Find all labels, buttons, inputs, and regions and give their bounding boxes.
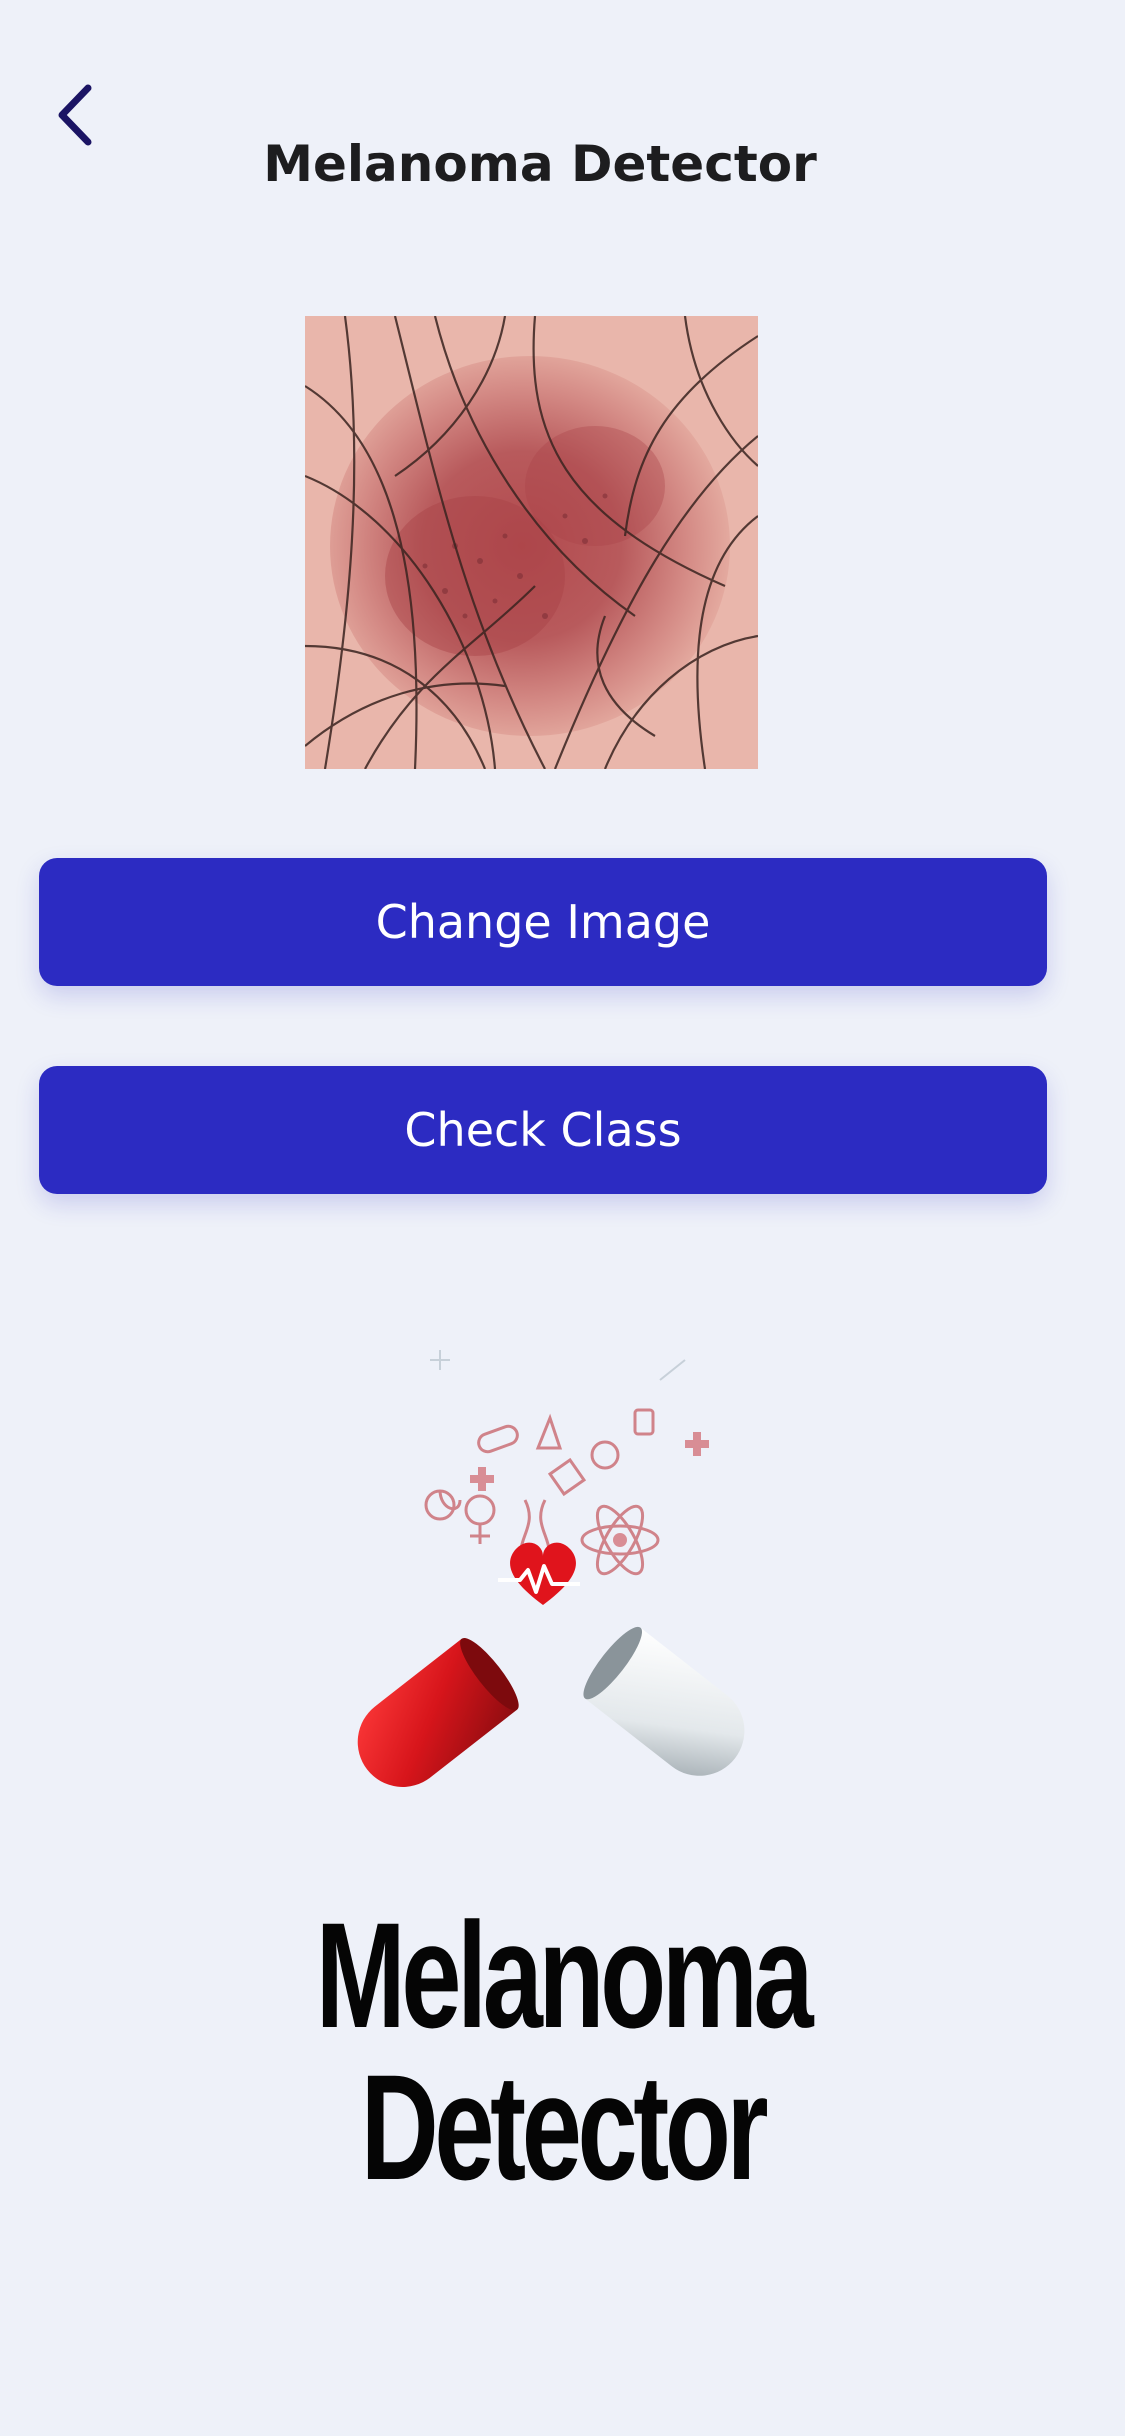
check-class-label: Check Class [404,1103,682,1157]
check-class-button[interactable]: Check Class [39,1066,1047,1194]
brand-title-line2: Detector [360,2043,769,2211]
change-image-button[interactable]: Change Image [39,858,1047,986]
capsule-medical-icons-logo [330,1340,790,1820]
page-title: Melanoma Detector [263,135,817,193]
change-image-label: Change Image [375,895,711,949]
brand-title-line1: Melanoma [315,1891,814,2059]
lesion-image [305,316,758,769]
